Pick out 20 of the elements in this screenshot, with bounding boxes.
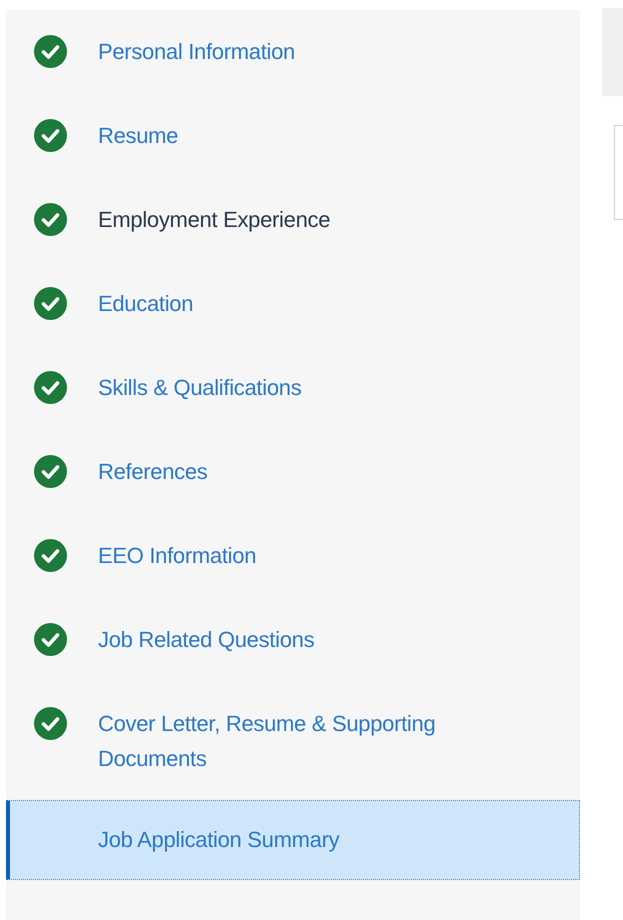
- step-item[interactable]: Job Application Summary: [6, 800, 580, 880]
- step-item[interactable]: Cover Letter, Resume & Supporting Documents: [6, 682, 580, 800]
- step-label: References: [98, 458, 208, 486]
- step-item[interactable]: Skills & Qualifications: [6, 346, 580, 430]
- step-item[interactable]: Education: [6, 262, 580, 346]
- step-item[interactable]: Resume: [6, 94, 580, 178]
- step-item[interactable]: Job Related Questions: [6, 598, 580, 682]
- step-item[interactable]: EEO Information: [6, 514, 580, 598]
- step-label: Personal Information: [98, 38, 295, 66]
- step-label: Cover Letter, Resume & Supporting Documents: [98, 710, 436, 773]
- step-label: Job Related Questions: [98, 626, 314, 654]
- step-label: EEO Information: [98, 542, 256, 570]
- step-item[interactable]: References: [6, 430, 580, 514]
- step-label: Job Application Summary: [98, 826, 340, 854]
- step-label: Resume: [98, 122, 178, 150]
- step-item[interactable]: Employment Experience: [6, 178, 580, 262]
- step-label: Education: [98, 290, 194, 318]
- step-label: Skills & Qualifications: [98, 374, 302, 402]
- step-label: Employment Experience: [98, 206, 330, 234]
- step-item[interactable]: Personal Information: [6, 10, 580, 94]
